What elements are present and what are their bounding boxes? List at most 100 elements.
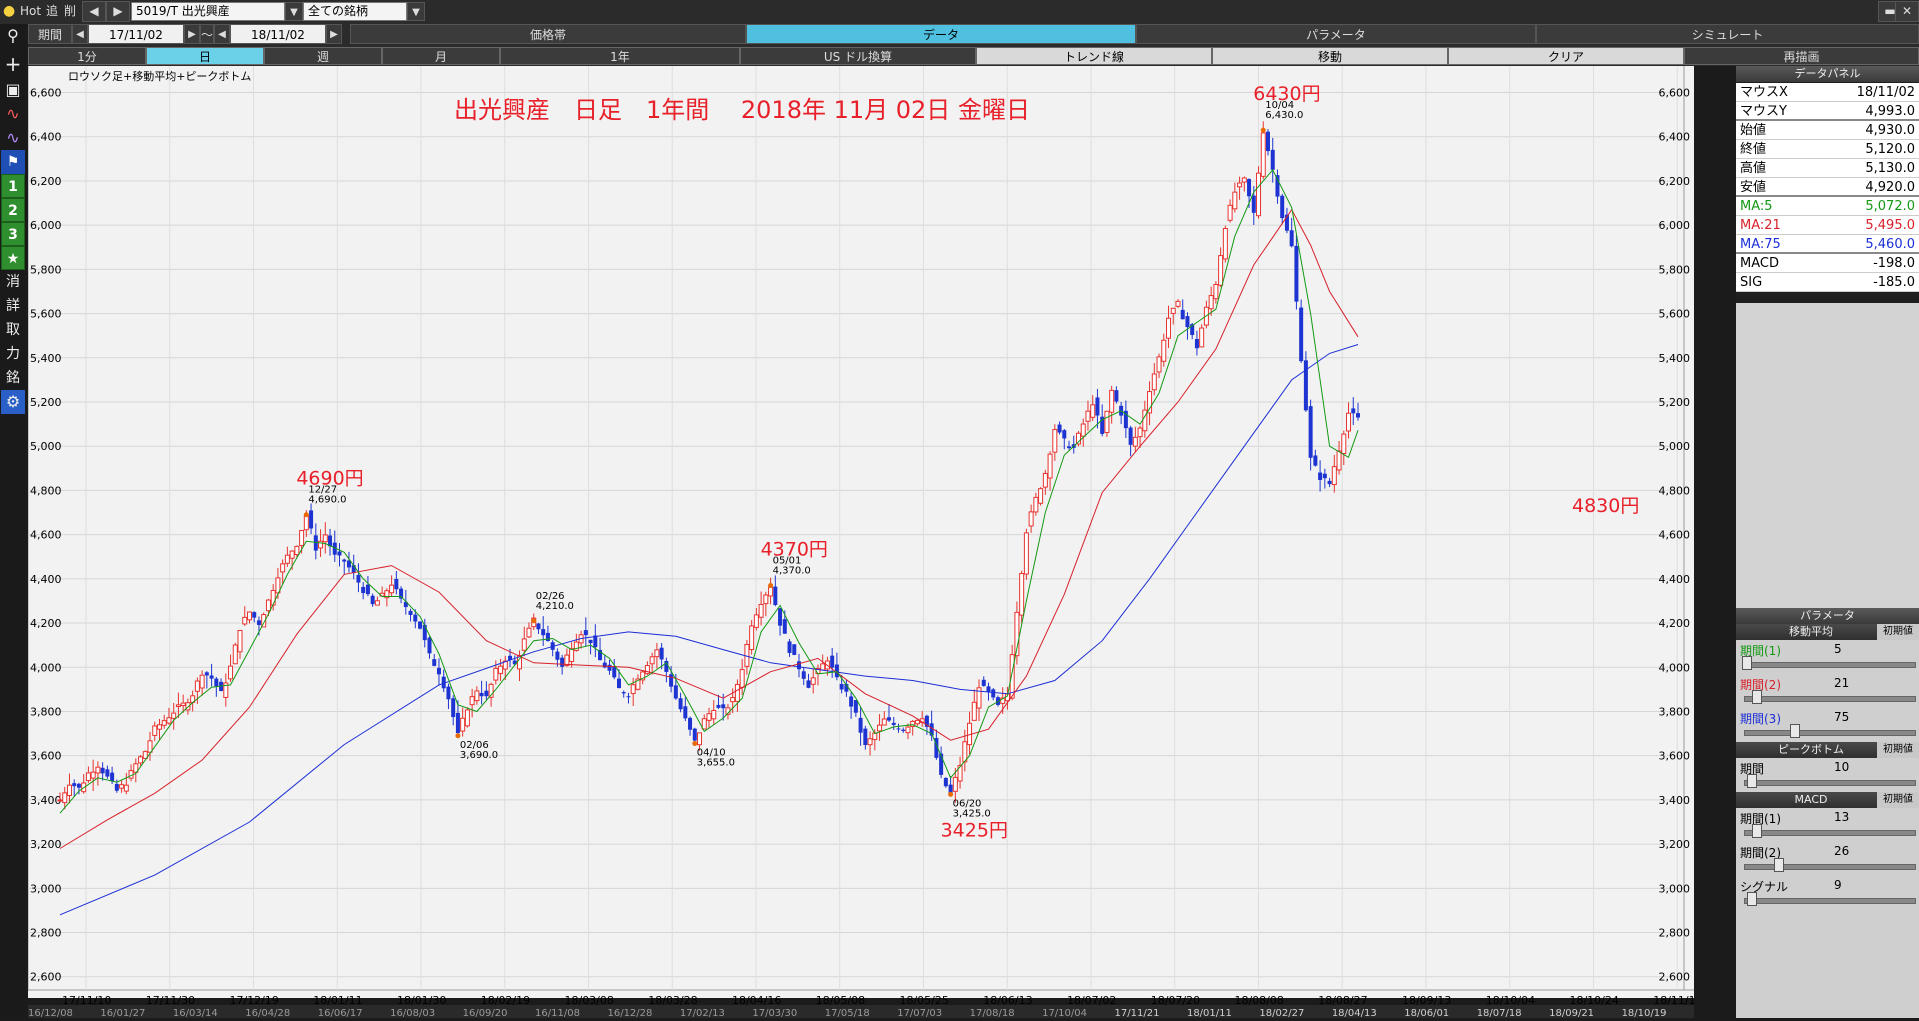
power-button[interactable]: 力 xyxy=(1,342,25,366)
candle-body-up xyxy=(569,648,575,663)
param-slider-track[interactable] xyxy=(1744,898,1916,904)
candle-body-down xyxy=(839,683,844,690)
candle-body-down xyxy=(721,704,726,709)
usd-convert-button[interactable]: US ドル換算 xyxy=(740,47,976,65)
param-slider-track[interactable] xyxy=(1744,830,1916,836)
move-button[interactable]: 移動 xyxy=(1212,47,1448,65)
param-panel-title: パラメータ xyxy=(1736,608,1919,624)
candle-body-up xyxy=(739,669,745,688)
universe-dropdown[interactable]: ▼ xyxy=(407,2,425,21)
interval-day-button[interactable]: 日 xyxy=(146,47,264,65)
date-from-field[interactable]: 17/11/02 xyxy=(88,24,184,44)
candle-body-up xyxy=(57,799,63,802)
redraw-button[interactable]: 再描画 xyxy=(1684,47,1919,65)
param-slider-knob[interactable] xyxy=(1751,690,1762,704)
date-from-prev[interactable]: ◀ xyxy=(72,24,88,44)
erase-button[interactable]: 消 xyxy=(1,270,25,294)
candle-body-up xyxy=(1085,410,1091,422)
candlestick-chart[interactable]: 2,600 2,800 3,000 3,200 3,400 3,600 3,800 4,000… xyxy=(28,66,1694,1006)
param-slider-knob[interactable] xyxy=(1751,824,1762,838)
param-slider-knob[interactable] xyxy=(1774,858,1784,872)
interval-month-button[interactable]: 月 xyxy=(382,47,500,65)
prev-symbol-button[interactable]: ◀ xyxy=(82,1,106,22)
candle-body-down xyxy=(1194,339,1199,349)
param-group-title: MACD xyxy=(1794,793,1828,806)
clear-button[interactable]: クリア xyxy=(1448,47,1684,65)
reset-default-button[interactable]: 初期値 xyxy=(1877,742,1919,758)
symbol-dropdown[interactable]: ▼ xyxy=(285,2,303,21)
preset-2-button[interactable]: 2 xyxy=(1,198,25,222)
brand-button[interactable]: 銘 xyxy=(1,366,25,390)
delete-button[interactable]: 削 xyxy=(64,1,76,22)
candle-body-up xyxy=(1028,511,1034,527)
candle-body-down xyxy=(342,559,347,562)
y-tick-label-right: 6,000 xyxy=(1659,219,1691,232)
candle-body-down xyxy=(801,671,806,679)
star-icon[interactable]: ★ xyxy=(1,246,25,270)
detail-button[interactable]: 詳 xyxy=(1,294,25,318)
candle-body-up xyxy=(877,724,883,732)
y-tick-label-right: 5,600 xyxy=(1659,308,1691,321)
date-to-prev[interactable]: ◀ xyxy=(214,24,230,44)
date-to-field[interactable]: 18/11/02 xyxy=(230,24,326,44)
param-slider-track[interactable] xyxy=(1744,730,1916,736)
candle-body-up xyxy=(294,545,300,556)
candle-body-up xyxy=(1033,496,1039,513)
date-to-next[interactable]: ▶ xyxy=(326,24,342,44)
candle-body-down xyxy=(536,623,541,630)
candle-body-up xyxy=(1227,204,1233,221)
interval-year-button[interactable]: 1年 xyxy=(500,47,740,65)
param-slider-knob[interactable] xyxy=(1746,892,1757,906)
param-row: シグナル 9 xyxy=(1736,876,1919,912)
reset-default-button[interactable]: 初期値 xyxy=(1877,792,1919,808)
add-button[interactable]: 追 xyxy=(46,1,58,22)
chart-multi-icon[interactable]: ∿ xyxy=(1,126,25,150)
candle-body-down xyxy=(1251,195,1256,213)
candle-body-up xyxy=(1156,356,1162,373)
reset-default-button[interactable]: 初期値 xyxy=(1877,624,1919,640)
param-slider-track[interactable] xyxy=(1744,696,1916,702)
search-icon[interactable]: ⚲ xyxy=(1,24,25,48)
param-slider-track[interactable] xyxy=(1744,864,1916,870)
trendline-button[interactable]: トレンド線 xyxy=(976,47,1212,65)
next-symbol-button[interactable]: ▶ xyxy=(106,1,130,22)
hot-button[interactable]: Hot xyxy=(20,1,41,22)
candle-body-up xyxy=(914,719,920,725)
candle-body-down xyxy=(830,655,835,668)
trade-button[interactable]: 取 xyxy=(1,318,25,342)
candle-body-down xyxy=(1313,455,1318,466)
interval-1min-button[interactable]: 1分 xyxy=(28,47,146,65)
candle-body-up xyxy=(697,732,703,746)
param-slider-knob[interactable] xyxy=(1790,724,1800,738)
gear-icon[interactable]: ⚙ xyxy=(1,390,25,414)
crosshair-icon[interactable]: + xyxy=(1,52,25,76)
candle-body-up xyxy=(322,534,328,543)
candle-body-down xyxy=(787,641,792,653)
candle-body-up xyxy=(95,766,101,774)
chart-line-icon[interactable]: ∿ xyxy=(1,102,25,126)
camera-icon[interactable]: ▣ xyxy=(1,78,25,102)
param-slider-knob[interactable] xyxy=(1742,656,1752,670)
param-slider-knob[interactable] xyxy=(1746,774,1757,788)
preset-3-button[interactable]: 3 xyxy=(1,222,25,246)
bottom-date-label: 17/10/04 xyxy=(1042,1008,1087,1018)
tab-price-band[interactable]: 価格帯 xyxy=(350,24,746,44)
lightbulb-icon[interactable]: ● xyxy=(3,1,19,22)
param-slider-track[interactable] xyxy=(1744,780,1916,786)
candle-body-down xyxy=(451,698,456,718)
preset-1-button[interactable]: 1 xyxy=(1,174,25,198)
data-row-value: 5,130.0 xyxy=(1865,161,1915,176)
chart-area[interactable]: 2,600 2,800 3,000 3,200 3,400 3,600 3,800 4,000… xyxy=(28,66,1694,1006)
tab-simulate[interactable]: シミュレート xyxy=(1536,24,1919,44)
flag-icon[interactable]: ⚑ xyxy=(1,150,25,174)
tab-data[interactable]: データ xyxy=(746,24,1136,44)
interval-week-button[interactable]: 週 xyxy=(264,47,382,65)
date-from-next[interactable]: ▶ xyxy=(184,24,200,44)
symbol-field[interactable]: 5019/T 出光興産 xyxy=(131,2,285,21)
close-button[interactable]: ✕ xyxy=(1895,1,1919,22)
y-tick-label-left: 3,200 xyxy=(30,838,62,851)
universe-field[interactable]: 全ての銘柄 xyxy=(303,2,407,21)
data-row: 始値 4,930.0 xyxy=(1736,121,1919,140)
tab-parameters[interactable]: パラメータ xyxy=(1136,24,1536,44)
param-slider-track[interactable] xyxy=(1744,662,1916,668)
